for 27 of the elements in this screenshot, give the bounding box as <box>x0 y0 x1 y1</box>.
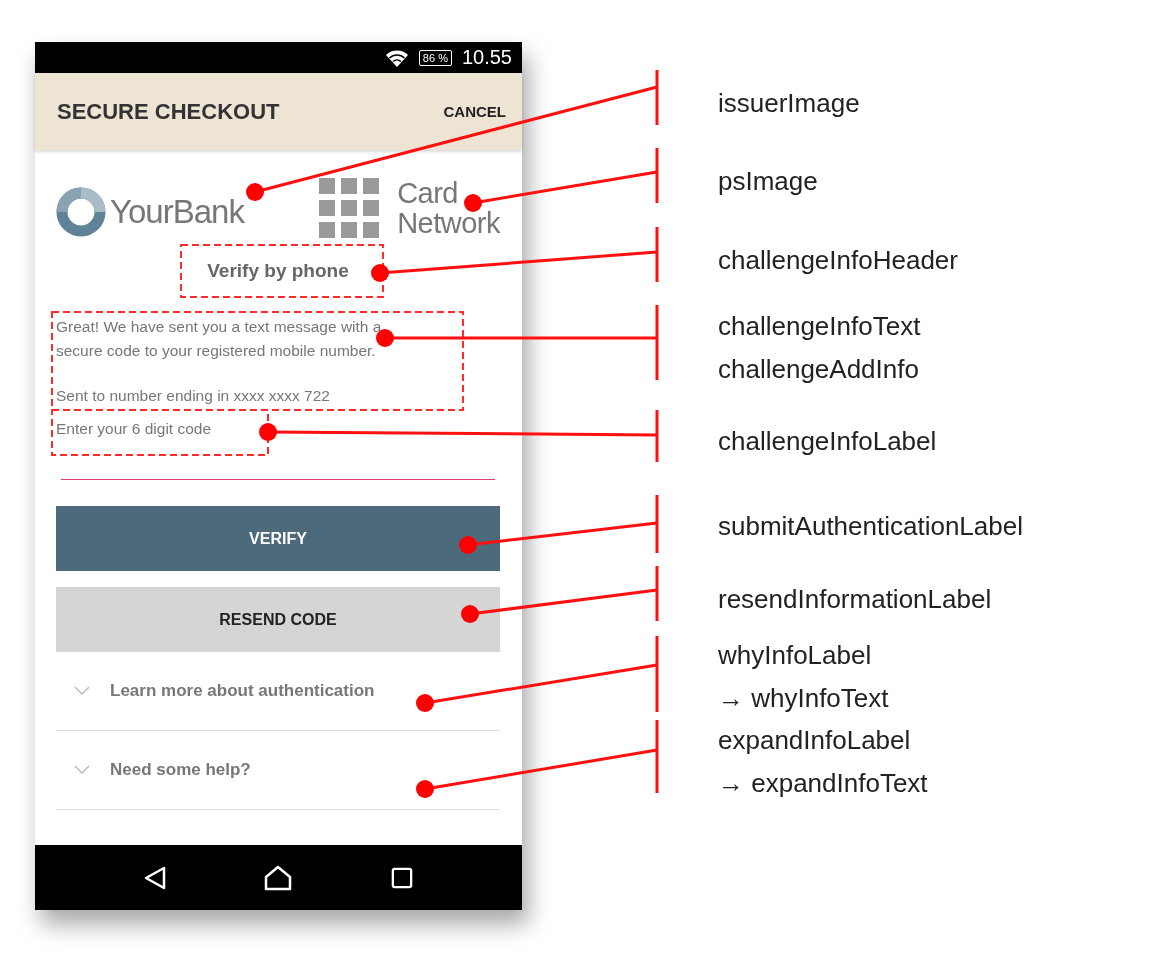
resend-button[interactable]: RESEND CODE <box>56 587 500 652</box>
annotation-label: challengeInfoLabel <box>718 425 937 458</box>
clock-time: 10.55 <box>461 46 512 69</box>
annotation-label: submitAuthenticationLabel <box>718 510 1023 543</box>
verify-button[interactable]: VERIFY <box>56 506 500 571</box>
annotation-label: resendInformationLabel <box>718 583 992 616</box>
annotation-label: → expandInfoText <box>718 767 928 800</box>
annotation-label: challengeInfoText <box>718 310 921 343</box>
network-logo-text: Network <box>397 207 500 238</box>
challenge-add-info: Sent to number ending in xxxx xxxx 722 <box>56 386 330 406</box>
cancel-button[interactable]: CANCEL <box>443 103 506 120</box>
bank-logo-text: YourBank <box>110 192 244 231</box>
battery-indicator: 86 % <box>418 49 452 66</box>
challenge-info-text: Great! We have sent you a text message with a secure code to your registered mobile number. <box>56 317 383 361</box>
challenge-label: Enter your 6 digit code <box>56 419 212 439</box>
network-logo-text: Card <box>397 177 459 208</box>
expander-label: Need some help? <box>110 760 251 780</box>
expander-label: Learn more about authentication <box>110 681 375 701</box>
challenge-header: Verify by phone <box>207 260 349 282</box>
annotation-label: expandInfoLabel <box>718 724 912 757</box>
annotation-label: issuerImage <box>718 87 860 120</box>
screen-title: SECURE CHECKOUT <box>57 98 280 125</box>
annotation-label: challengeInfoHeader <box>718 244 958 277</box>
annotation-label: whyInfoLabel <box>718 639 873 672</box>
annotation-label: → whyInfoText <box>718 682 889 715</box>
annotation-label: psImage <box>718 165 818 198</box>
annotation-label: challengeAddInfo <box>718 353 920 386</box>
